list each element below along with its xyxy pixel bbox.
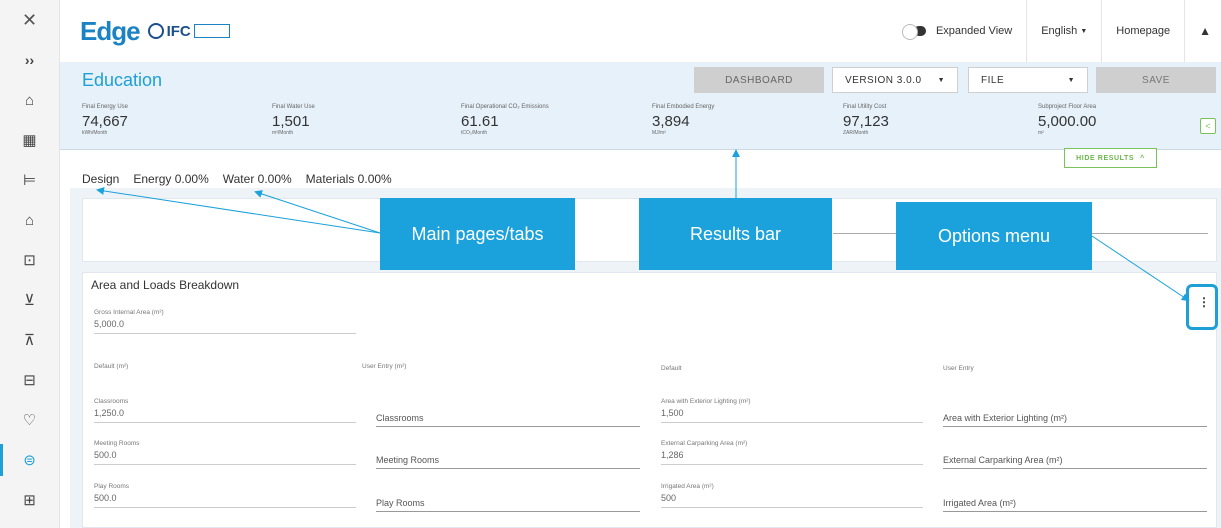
play-rooms-input[interactable]: Play Rooms — [376, 498, 640, 512]
play-rooms-default: Play Rooms 500.0 — [94, 483, 356, 508]
classrooms-input[interactable]: Classrooms — [376, 413, 640, 427]
language-select[interactable]: English ▼ — [1027, 0, 1103, 62]
save-button[interactable]: SAVE — [1096, 67, 1216, 93]
result-embodied-energy: Final Embodied Energy 3,894 MJ/m² — [652, 104, 715, 136]
residential-icon[interactable]: ⌂ — [0, 200, 59, 240]
meeting-rooms-input[interactable]: Meeting Rooms — [376, 455, 640, 469]
irrigated-area-default: Irrigated Area (m²) 500 — [661, 483, 923, 508]
page-title: Education — [82, 69, 163, 90]
gross-area-field: Gross Internal Area (m²) 5,000.0 — [94, 309, 356, 334]
building-icon[interactable]: ⊡ — [0, 240, 59, 280]
education-icon[interactable]: ⊜ — [0, 440, 59, 480]
callout-results-bar: Results bar — [639, 198, 832, 270]
section-title: Area and Loads Breakdown — [91, 278, 240, 292]
health-heart-icon[interactable]: ♡ — [0, 400, 59, 440]
top-right-controls: Expanded View English ▼ Homepage ▲ — [901, 0, 1221, 62]
homepage-link[interactable]: Homepage — [1102, 0, 1186, 62]
hide-results-button[interactable]: HIDE RESULTS ^ — [1064, 148, 1157, 168]
caret-down-icon: ▼ — [937, 76, 945, 84]
ifc-logo: IFC — [147, 23, 230, 40]
result-floor-area: Subproject Floor Area 5,000.00 m² — [1038, 104, 1097, 136]
caret-down-icon: ▼ — [1067, 76, 1075, 84]
carparking-input[interactable]: External Carparking Area (m²) — [943, 455, 1207, 469]
col-head-user-entry-right: User Entry — [943, 365, 974, 372]
office-building-icon[interactable]: ▦ — [0, 120, 59, 160]
meeting-rooms-default: Meeting Rooms 500.0 — [94, 440, 356, 465]
results-bar: Final Energy Use 74,667 kWh/Month Final Wa… — [60, 98, 1221, 150]
caret-down-icon: ▼ — [1080, 27, 1088, 35]
carparking-default: External Carparking Area (m²) 1,286 — [661, 440, 923, 465]
edge-logo-text: Edge — [80, 15, 141, 46]
chevron-up-icon: ^ — [1140, 154, 1145, 162]
sidebar: ✕ ›› ⌂ ▦ ⊨ ⌂ ⊡ ⊻ ⊼ ⊟ ♡ ⊜ ⊞ — [0, 0, 60, 528]
result-water: Final Water Use 1,501 m³/Month — [272, 104, 315, 136]
briefcase-icon[interactable]: ⊟ — [0, 360, 59, 400]
hotel-bed-icon[interactable]: ⊨ — [0, 160, 59, 200]
title-bar: Education DASHBOARD VERSION 3.0.0 ▼ FILE ▼… — [60, 62, 1221, 98]
edge-logo: Edge IFC — [80, 16, 230, 47]
exterior-lighting-input[interactable]: Area with Exterior Lighting (m²) — [943, 413, 1207, 427]
result-utility-cost: Final Utility Cost 97,123 ZAR/Month — [843, 104, 889, 136]
irrigated-area-input[interactable]: Irrigated Area (m²) — [943, 498, 1207, 512]
result-co2: Final Operational CO₂ Emissions 61.61 tCO₂… — [461, 104, 549, 136]
dashboard-button[interactable]: DASHBOARD — [694, 67, 824, 93]
options-menu-highlight — [1186, 284, 1218, 330]
version-select[interactable]: VERSION 3.0.0 ▼ — [832, 67, 958, 93]
expanded-view-toggle[interactable] — [901, 24, 926, 40]
globe-icon — [147, 23, 164, 39]
home-icon[interactable]: ⌂ — [0, 80, 59, 120]
col-head-user-entry: User Entry (m²) — [362, 363, 407, 370]
chevron-left-icon[interactable]: < — [1200, 118, 1216, 134]
callout-main-tabs: Main pages/tabs — [380, 198, 575, 270]
file-select[interactable]: FILE ▼ — [968, 67, 1088, 93]
col-head-default-right: Default — [661, 365, 682, 372]
expand-icon[interactable]: ›› — [0, 40, 59, 80]
retail-cart-icon[interactable]: ⊻ — [0, 280, 59, 320]
bell-icon[interactable]: ▲ — [1185, 24, 1221, 38]
mixed-use-icon[interactable]: ⊞ — [0, 480, 59, 520]
top-bar: Edge IFC Expanded View English ▼ Homepag… — [60, 0, 1221, 62]
exterior-lighting-default: Area with Exterior Lighting (m²) 1,500 — [661, 398, 923, 423]
result-energy: Final Energy Use 74,667 kWh/Month — [82, 104, 129, 136]
col-head-default: Default (m²) — [94, 363, 129, 370]
industrial-icon[interactable]: ⊼ — [0, 320, 59, 360]
callout-options-menu: Options menu — [896, 202, 1092, 270]
classrooms-default: Classrooms 1,250.0 — [94, 398, 356, 423]
expanded-view-label[interactable]: Expanded View — [936, 0, 1028, 62]
close-icon[interactable]: ✕ — [0, 0, 59, 40]
